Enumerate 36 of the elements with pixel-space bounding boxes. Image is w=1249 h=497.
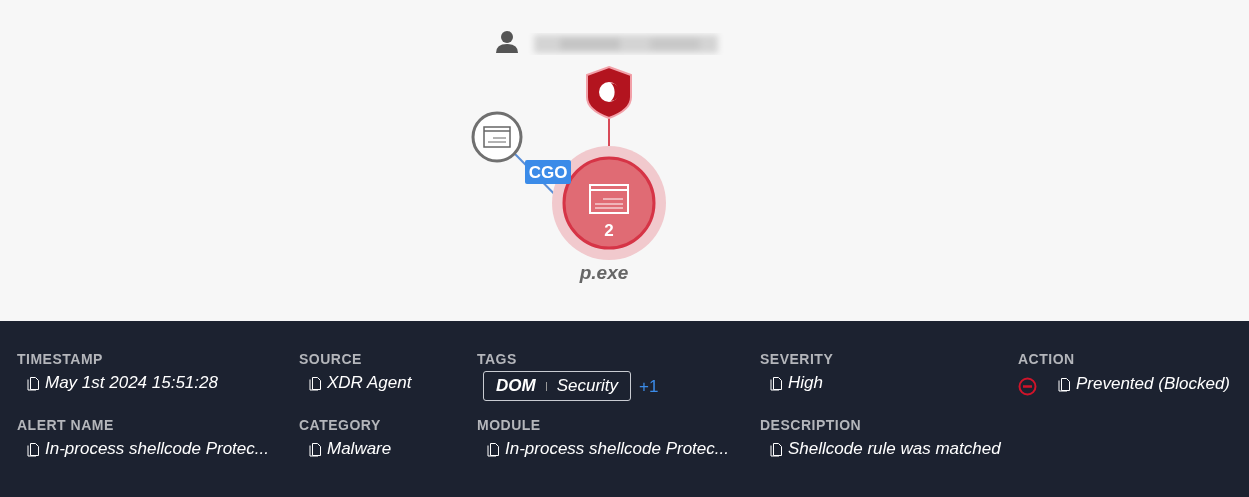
field-label: DESCRIPTION	[760, 417, 863, 434]
field-value: May 1st 2024 15:51:28	[45, 372, 218, 394]
blocked-icon	[1018, 377, 1037, 396]
field-label: CATEGORY	[299, 417, 382, 434]
copy-icon[interactable]	[487, 441, 499, 457]
copy-icon[interactable]	[309, 441, 321, 457]
field-value: Malware	[327, 438, 392, 460]
copy-icon[interactable]	[27, 441, 39, 457]
copy-icon[interactable]	[1058, 376, 1070, 392]
field-value: In-process shellcode Protec...	[505, 438, 729, 460]
copy-icon[interactable]	[27, 375, 39, 391]
copy-icon[interactable]	[309, 375, 321, 391]
field-label: TIMESTAMP	[17, 351, 104, 368]
process-name: p.exe	[579, 262, 629, 283]
process-node	[471, 111, 523, 163]
field-label: ALERT NAME	[17, 417, 115, 434]
field-value: XDR Agent	[327, 372, 412, 394]
tag-text: DOM	[496, 375, 536, 397]
field-value: Prevented (Blocked)	[1076, 373, 1231, 395]
user-icon	[496, 31, 518, 53]
field-label: SEVERITY	[760, 351, 835, 368]
copy-icon[interactable]	[770, 441, 782, 457]
field-value: High	[788, 372, 823, 394]
process-count: 2	[604, 221, 614, 240]
field-value: In-process shellcode Protec...	[45, 438, 269, 460]
copy-icon[interactable]	[770, 375, 782, 391]
more-tags-link[interactable]: +1	[639, 375, 659, 398]
edge-label: CGO	[525, 160, 571, 184]
tag-group[interactable]: DOM Security	[483, 371, 632, 401]
field-label: MODULE	[477, 417, 542, 434]
shield-icon	[586, 66, 632, 119]
field-label: ACTION	[1018, 351, 1076, 368]
tag-text: Security	[556, 375, 619, 397]
field-label: SOURCE	[299, 351, 363, 368]
field-value: Shellcode rule was matched	[788, 438, 1001, 460]
field-label: TAGS	[477, 351, 518, 368]
